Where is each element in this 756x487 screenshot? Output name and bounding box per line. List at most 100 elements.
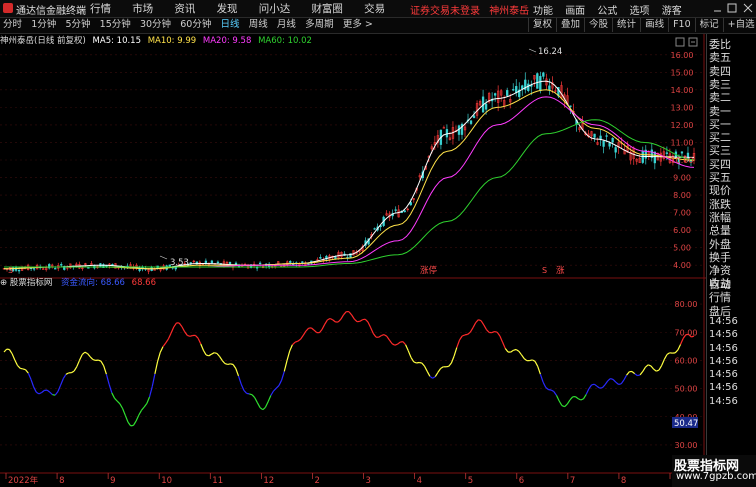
- indicator-segment: [585, 388, 590, 395]
- menu-item-wenxiaoda[interactable]: 问小达: [259, 1, 291, 16]
- menu-item-hangqing[interactable]: 行情: [90, 1, 111, 16]
- period-15min[interactable]: 15分钟: [97, 18, 134, 32]
- period-fenshi[interactable]: 分时: [0, 18, 25, 32]
- event-marker-left[interactable]: S: [8, 266, 13, 275]
- period-1min[interactable]: 1分钟: [28, 18, 59, 32]
- event-marker-up[interactable]: 涨: [556, 265, 565, 276]
- indicator-segment: [634, 373, 638, 377]
- btn-add-watchlist[interactable]: +自选: [722, 18, 756, 32]
- period-30min[interactable]: 30分钟: [137, 18, 174, 32]
- indicator-segment: [394, 343, 398, 346]
- indicator-segment: [478, 319, 482, 322]
- menu-item-jiaoyi[interactable]: 交易: [364, 1, 385, 16]
- period-monthly[interactable]: 月线: [274, 18, 299, 32]
- event-marker-s[interactable]: S: [542, 266, 547, 275]
- period-more[interactable]: 更多 >: [340, 18, 376, 32]
- candle-body: [539, 75, 542, 91]
- indicator-segment: [92, 359, 96, 361]
- indicator-segment: [17, 365, 21, 369]
- indicator-segment: [305, 327, 310, 332]
- indicator-segment: [246, 392, 250, 395]
- menu-gongshi[interactable]: 公式: [597, 2, 617, 17]
- candle-body: [394, 209, 397, 211]
- indicator-segment: [467, 331, 471, 335]
- indicator-segment: [510, 349, 514, 353]
- menu-xuanxiang[interactable]: 选项: [630, 2, 650, 17]
- indicator-segment: [513, 348, 517, 351]
- menu-item-caifuquan[interactable]: 财富圈: [311, 1, 343, 16]
- indicator-segment: [593, 383, 598, 387]
- candle-body: [32, 268, 36, 270]
- high-price-pointer: [528, 48, 537, 53]
- indicator-segment: [81, 351, 86, 356]
- indicator-segment: [87, 353, 91, 358]
- indicator-segment: [214, 352, 218, 354]
- btn-tongji[interactable]: 统计: [612, 18, 640, 32]
- menu-youke[interactable]: 游客: [662, 2, 682, 17]
- indicator-segment: [550, 389, 555, 393]
- candle-body: [204, 260, 208, 264]
- indicator-segment: [289, 344, 293, 352]
- indicator-segment: [383, 334, 388, 337]
- period-5min[interactable]: 5分钟: [62, 18, 93, 32]
- candle-body: [665, 152, 669, 154]
- indicator-segment: [38, 391, 42, 395]
- app-title: 通达信金融终端: [16, 6, 86, 17]
- candle-body: [111, 264, 114, 266]
- ind-tick-label: 70.00: [675, 328, 698, 337]
- indicator-segment: [71, 370, 75, 374]
- indicator-segment: [569, 396, 574, 401]
- price-tick-label: 6.00: [673, 226, 691, 235]
- close-icon[interactable]: [743, 3, 753, 13]
- indicator-segment: [378, 335, 382, 338]
- menu-gongneng[interactable]: 功能: [533, 2, 553, 17]
- indicator-segment: [187, 334, 191, 337]
- indicator-segment: [157, 352, 161, 362]
- period-daily[interactable]: 日线: [218, 18, 243, 32]
- indicator-segment: [391, 343, 396, 346]
- btn-huaxian[interactable]: 画线: [640, 18, 668, 32]
- low-price-pointer: [159, 255, 168, 260]
- period-multi[interactable]: 多周期: [302, 18, 337, 32]
- indicator-segment: [580, 398, 584, 401]
- period-weekly[interactable]: 周线: [246, 18, 271, 32]
- candle-body: [87, 267, 90, 269]
- btn-diejia[interactable]: 叠加: [556, 18, 584, 32]
- chart-expand-icon[interactable]: [688, 37, 698, 47]
- indicator-segment: [499, 335, 504, 343]
- indicator-segment: [194, 334, 199, 339]
- date-tick-label: 3: [366, 476, 371, 486]
- menu-item-shichang[interactable]: 市场: [132, 1, 153, 16]
- btn-f10[interactable]: F10: [668, 18, 695, 32]
- candle-body: [409, 202, 412, 206]
- tick-time: 14:56: [709, 369, 738, 381]
- menu-item-zixun[interactable]: 资讯: [174, 1, 195, 16]
- indicator-segment: [645, 364, 649, 368]
- period-60min[interactable]: 60分钟: [177, 18, 214, 32]
- chart-settings-icon[interactable]: [675, 37, 685, 47]
- indicator-segment: [591, 383, 595, 386]
- chart-area[interactable]: 16.00 15.00 14.00 13.00 12.00 11.00 10.00 9.00 8…: [0, 34, 706, 487]
- indicator-segment: [78, 354, 83, 361]
- maximize-icon[interactable]: [727, 3, 737, 13]
- date-tick-label: 11: [212, 476, 223, 486]
- event-marker-limitup[interactable]: 涨停: [420, 265, 438, 276]
- indicator-segment: [472, 322, 477, 328]
- candle-body: [536, 73, 539, 89]
- indicator-segment: [46, 389, 51, 393]
- menu-item-faxian[interactable]: 发现: [217, 1, 238, 16]
- date-tick-label: 9: [110, 476, 115, 486]
- login-status[interactable]: 证券交易未登录: [410, 6, 480, 17]
- btn-fuquan[interactable]: 复权: [528, 18, 556, 32]
- indicator-segment: [54, 391, 59, 396]
- indicator-segment: [270, 390, 275, 396]
- indicator-segment: [623, 374, 628, 381]
- btn-jingu[interactable]: 今股: [584, 18, 612, 32]
- login-notice[interactable]: 证券交易未登录 神州泰岳: [410, 2, 529, 17]
- tick-time: 14:56: [709, 315, 738, 327]
- menu-huamian[interactable]: 画面: [565, 2, 585, 17]
- indicator-segment: [351, 314, 355, 320]
- candle-body: [569, 105, 572, 107]
- indicator-segment: [607, 378, 611, 382]
- btn-biaoji[interactable]: 标记: [694, 18, 723, 32]
